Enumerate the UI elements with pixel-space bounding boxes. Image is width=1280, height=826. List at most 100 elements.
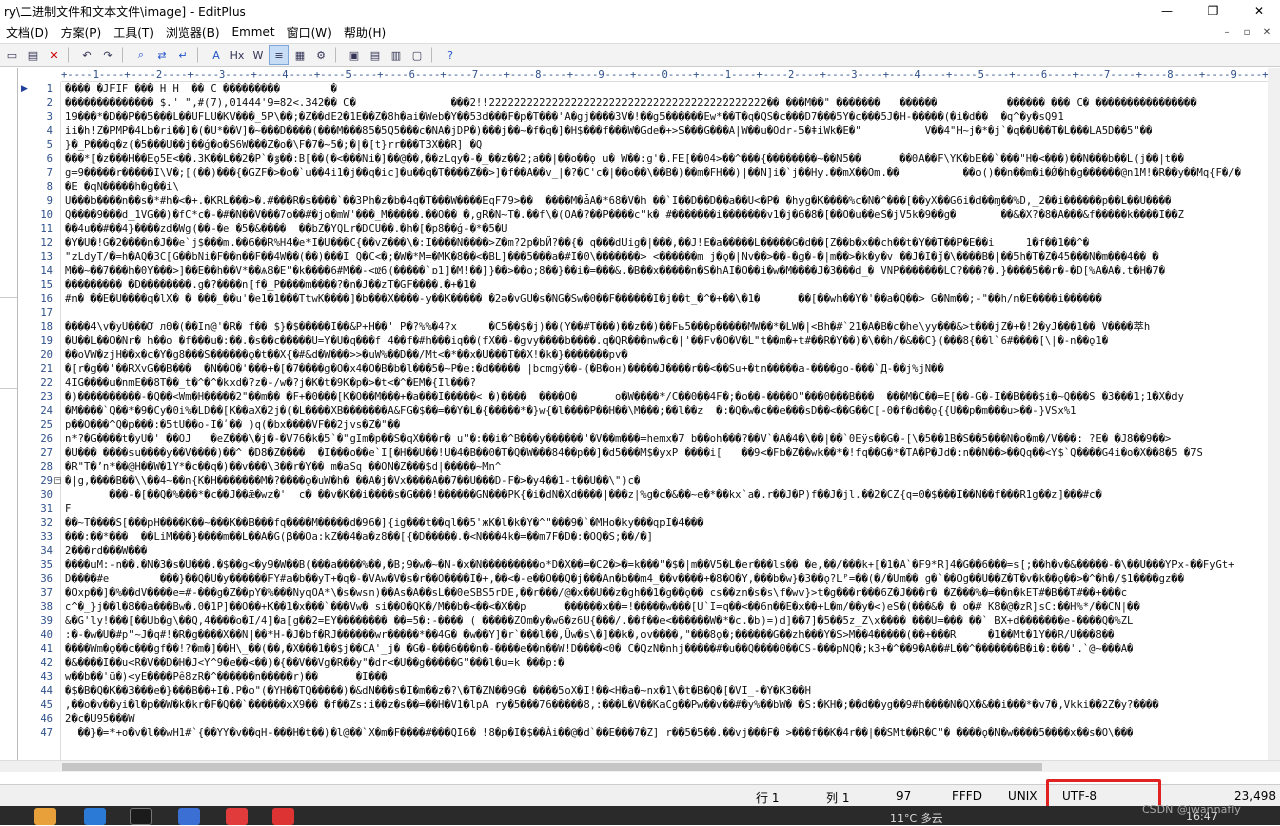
code-line[interactable]: 2 �������������� $.' ",#(7),01444'9=82<.3… [19,96,1280,110]
help-icon[interactable]: ? [440,45,460,65]
code-line[interactable]: 5}�_P���q�z(�5���U��j��ǵ�o�S6W���Z�o�\F�… [19,138,1280,152]
menu-emmet[interactable]: Emmet [226,25,281,39]
code-line[interactable]: 11 ��4u��#��4}����zd�Wg(��-�e �5�&���� ��… [19,222,1280,236]
line-number: 36 [40,573,53,585]
menu-browser[interactable]: 浏览器(B) [160,24,226,41]
toggle-icon[interactable]: ▥ [386,45,406,65]
code-line[interactable]: 30 ���-�[��Q�%���*�c��J��ǣ�wz�' c� ��v�K… [19,488,1280,502]
cliptext-icon[interactable]: ▣ [344,45,364,65]
code-line[interactable]: 29− �|g,����B��\\��4~��n{K�H�������M�?���… [19,474,1280,488]
scrollbar-thumb[interactable] [62,763,1042,771]
mdi-restore-button[interactable]: ▫ [1238,24,1256,40]
menu-document[interactable]: 文档(D) [0,24,55,41]
mdi-minimize-button[interactable]: – [1218,24,1236,40]
code-line[interactable]: 15 ��������� �D��������.g�?����n[f�_P����… [19,278,1280,292]
directory-panel[interactable] [0,68,18,760]
w-icon[interactable]: W [248,45,268,65]
code-line[interactable]: 32 ��~T����S[���pH����K��~���K��B���fq���… [19,516,1280,530]
settings-icon[interactable]: ⚙ [311,45,331,65]
weather-text[interactable]: 11°C 多云 [890,810,943,826]
open-icon[interactable]: ▤ [23,45,43,65]
find-icon[interactable]: ⌕ [131,45,151,65]
code-line[interactable]: 24 �M����`Q��*�9�Cy�0i%�LD��[K��aX�2j�(�L… [19,404,1280,418]
code-line[interactable]: 40:�-�w�U�#p"~J�q#!�R�g����X��N|��*H-�J�… [19,628,1280,642]
maximize-button[interactable]: ❐ [1190,0,1236,22]
code-line[interactable]: 19 �U��L��O�Nr� h��o �f���u�:��.�s��c����… [19,334,1280,348]
code-line[interactable]: 31 F [19,502,1280,516]
line-number-toggle-icon[interactable]: ≡ [269,45,289,65]
code-line[interactable]: 25 p��O���^Q�p���:�5tU��o-I�ʹ�� )q(�bx���… [19,418,1280,432]
vscode-icon[interactable] [84,808,106,825]
code-line[interactable]: 47 ��}�=*+o�v�l��wH1#`{��YY�v��qH-���H�t… [19,726,1280,740]
close-button[interactable]: ✕ [1236,0,1280,22]
code-line[interactable]: 3 19���*�D��P��5���L��UFLU�KV���_5P\��;�Z… [19,110,1280,124]
code-line[interactable]: 8 �E �qN�����h�g��i\ [19,180,1280,194]
menu-tools[interactable]: 工具(T) [107,24,160,41]
code-line[interactable]: 4 ii�h!Z�PMP�4Lb�ri��]�(�U*��V]�~���D����… [19,124,1280,138]
text-lines[interactable]: ▶ 1 ���� �JFIF ��� H H �� C ��������� � 2 ��… [19,82,1280,740]
editor-area[interactable]: +----1----+----2----+----3----+----4----… [19,68,1280,760]
close-doc-icon[interactable]: ✕ [44,45,64,65]
code-line[interactable]: 43 w��b��'ū�)<yE����Pȇ8zR�^������n�����r)… [19,670,1280,684]
fold-toggle-icon[interactable]: − [54,477,61,484]
menu-window[interactable]: 窗口(W) [281,24,338,41]
code-line[interactable]: 41 ����Wm�ǫ��c���gf��!?�m�]��H\_��(��,�X�… [19,642,1280,656]
code-line[interactable]: 42 �&����I��u<R�V��D�H�J<Y^9�e��<��)�{��V… [19,656,1280,670]
code-line[interactable]: 36 D����#e ���}��Q�U�y������FY#a�b��yT+�q… [19,572,1280,586]
undo-icon[interactable]: ↶ [77,45,97,65]
hex-icon[interactable]: Hx [227,45,247,65]
code-line[interactable]: 38 c^�_}j��l�8��a���Bw�.0�1P]��O��+K��1�x… [19,600,1280,614]
toolbar-separator [431,47,437,63]
font-icon[interactable]: A [206,45,226,65]
editplus-icon[interactable] [272,808,294,825]
jetbrains-icon[interactable] [130,808,152,825]
code-line[interactable]: 35 ����uM:-n��.�N�3�s�U���.�$��g<�y9�W��B… [19,558,1280,572]
chrome-icon[interactable] [34,808,56,825]
code-line[interactable]: 17 [19,306,1280,320]
code-line[interactable]: 23 �)����������-�Q��<Wm�H�����2"��m�� �F+… [19,390,1280,404]
line-text: ��������� �D��������.g�?����n[f�_P����m�… [65,279,476,291]
preview-icon[interactable]: ▢ [407,45,427,65]
code-line[interactable]: 34 2���rd���W��� [19,544,1280,558]
line-number: 20 [40,349,53,361]
code-line[interactable]: 33 ���:��*��� ��LiM���}����m��L��A�G(β��O… [19,530,1280,544]
menu-project[interactable]: 方案(P) [55,24,108,41]
code-line[interactable]: 12 �Y�U�!G�2����n�J��e`j$���m.��6��R%H4�e… [19,236,1280,250]
code-line[interactable]: 14 M��~��7���h�0Y���>]��E��h��V*��Ѧ8�E"�k… [19,264,1280,278]
code-line[interactable]: 13 "zLdyT/�=h�AQ�3C[G��bNi�F��n��F��4W��(… [19,250,1280,264]
code-line[interactable]: 16 #n� ��E�U����q�lX� � ���_��u'�e1�1���T… [19,292,1280,306]
mdi-close-button[interactable]: ✕ [1258,24,1276,40]
code-line[interactable]: 44 �$�B�Q�K��3���e�}���B��+I�.P�o"(�YH��T… [19,684,1280,698]
minimize-button[interactable]: — [1144,0,1190,22]
code-line[interactable]: 22 4IG����u�nmE��8T��_t�^�^�kxd�?z�-/w�?j… [19,376,1280,390]
vertical-scrollbar[interactable] [1268,68,1280,760]
code-line[interactable]: 9 U���b����n��s�*#h�<�+.�KRL���>�.#���R�s… [19,194,1280,208]
code-line[interactable]: 37 �Oxp��]�%��dV����e=#-���g�Z��pY�%���Ny… [19,586,1280,600]
code-line[interactable]: 21 �[r�g��'��RXvG��B��� �N��O�'���+�[�7��… [19,362,1280,376]
code-line[interactable]: 20 ��oVW�zjH��x�c�Y�g8���S������ǫ�t��X{�#… [19,348,1280,362]
ruler-icon[interactable]: ▦ [290,45,310,65]
directory-icon[interactable]: ▤ [365,45,385,65]
new-file-icon[interactable]: ▭ [2,45,22,65]
code-line[interactable]: 46 2�c�U95���W [19,712,1280,726]
code-line[interactable]: 27 �U��� ����su����y��V����)��^ �D8�Z����… [19,446,1280,460]
code-line[interactable]: 45 ,��o�v��yi�l�p��W�k�kr�F�Q��`������xX9… [19,698,1280,712]
replace-icon[interactable]: ⇄ [152,45,172,65]
code-line[interactable]: 18 ����4\v�yU���Ơ лΘ�(��In@'�R� f�� $}�$�… [19,320,1280,334]
menu-help[interactable]: 帮助(H) [338,24,392,41]
code-line[interactable]: 7 g=9�����r�����I\V�;[(��)���{�GZF�>�o�`u… [19,166,1280,180]
line-text: :�-�w�U�#p"~J�q#!�R�g����X��N|��*H-�J�bf… [65,629,1115,641]
code-line[interactable]: ▶ 1 ���� �JFIF ��� H H �� C ��������� � [19,82,1280,96]
code-line[interactable]: 26 n*?�G����t�yU�' ��OJ �eZ���\�j�-�V76�k… [19,432,1280,446]
panel-divider [0,388,17,389]
redo-icon[interactable]: ↷ [98,45,118,65]
horizontal-scrollbar[interactable] [0,760,1280,772]
status-line-ending[interactable]: UNIX [1008,789,1038,803]
code-line[interactable]: 6 ���*[�z���H��Eǫ5E<��.3K��L��2�P`�ٷ��:B[… [19,152,1280,166]
code-line[interactable]: 28 �R"T�ʼn*��@H��W�1Y*�c��q�)��v���\3��r�… [19,460,1280,474]
youdao-icon[interactable] [226,808,248,825]
app-icon[interactable] [178,808,200,825]
code-line[interactable]: 10 Q����9���d_1VG��)�fC*c�-�#�N��V���7o��… [19,208,1280,222]
word-wrap-icon[interactable]: ↵ [173,45,193,65]
code-line[interactable]: 39 &�G'ly!���[��Ub�g\��Q,4����o�I/4]�a[g�… [19,614,1280,628]
